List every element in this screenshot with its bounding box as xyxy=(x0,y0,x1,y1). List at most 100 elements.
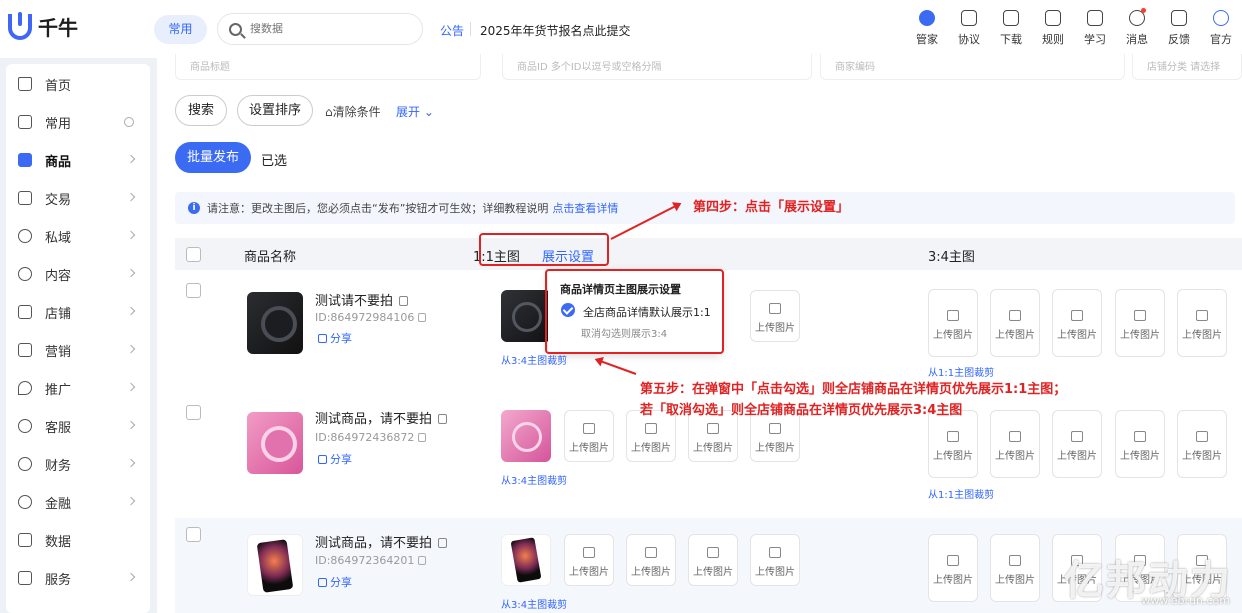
tip-text: 请注意：更改主图后，您必须点击“发布”按钮才可生效；详细教程说明 xyxy=(207,202,549,215)
sidebar-item-common[interactable]: 常用 xyxy=(6,103,150,141)
upload-image-slot[interactable]: 上传图片 xyxy=(928,410,978,478)
row-checkbox[interactable] xyxy=(186,405,201,420)
sidebar-item-services[interactable]: 服务 xyxy=(6,559,150,597)
upload-image-slot[interactable]: 上传图片 xyxy=(1115,289,1165,357)
image-icon xyxy=(1071,310,1083,321)
product-name: 测试商品，请不要拍 xyxy=(315,408,448,427)
crop-from-1-1-link[interactable]: 从1:1主图裁剪 xyxy=(928,486,994,501)
info-icon: i xyxy=(188,202,200,214)
upload-image-slot[interactable]: 上传图片 xyxy=(990,534,1040,602)
sidebar-item-content[interactable]: 内容 xyxy=(6,255,150,293)
main-image-thumbnail[interactable] xyxy=(501,290,551,342)
image-icon xyxy=(583,423,595,434)
copy-icon[interactable] xyxy=(418,556,427,565)
row-checkbox[interactable] xyxy=(186,283,201,298)
sidebar-item-bank[interactable]: 金融 xyxy=(6,483,150,521)
upload-image-slot[interactable]: 上传图片 xyxy=(1177,410,1227,478)
share-link[interactable]: 分享 xyxy=(318,574,352,590)
copy-icon[interactable] xyxy=(399,296,409,306)
upload-image-slot[interactable]: 上传图片 xyxy=(1177,289,1227,357)
common-shortcut-button[interactable]: 常用 xyxy=(154,15,207,44)
crop-from-3-4-link[interactable]: 从3:4主图裁剪 xyxy=(501,472,567,487)
share-icon xyxy=(318,578,327,587)
logo-text: 千牛 xyxy=(38,16,78,40)
upload-image-slot[interactable]: 上传图片 xyxy=(990,410,1040,478)
sidebar-item-private[interactable]: 私域 xyxy=(6,217,150,255)
tool-download[interactable]: 下载 xyxy=(990,8,1032,47)
upload-image-slot[interactable]: 上传图片 xyxy=(928,289,978,357)
copy-icon[interactable] xyxy=(418,433,427,442)
upload-image-slot[interactable]: 上传图片 xyxy=(626,534,676,586)
sort-settings-button[interactable]: 设置排序 xyxy=(237,95,313,126)
chevron-right-icon xyxy=(126,192,136,202)
sidebar-item-shop[interactable]: 店铺 xyxy=(6,293,150,331)
sku-code-filter-field[interactable]: 商家编码 xyxy=(820,54,1125,80)
batch-publish-button[interactable]: 批量发布 xyxy=(175,142,251,173)
notice-label[interactable]: 公告 xyxy=(440,22,464,39)
crop-from-3-4-link[interactable]: 从3:4主图裁剪 xyxy=(501,596,567,611)
copy-icon[interactable] xyxy=(418,313,427,322)
row-checkbox[interactable] xyxy=(186,527,201,542)
upload-image-slot[interactable]: 上传图片 xyxy=(1052,410,1102,478)
download-icon xyxy=(1003,10,1019,26)
image-icon xyxy=(1134,431,1146,442)
copy-icon[interactable] xyxy=(438,538,448,548)
sidebar-item-marketing[interactable]: 营销 xyxy=(6,331,150,369)
sidebar-item-home[interactable]: 首页 xyxy=(6,65,150,103)
upload-image-slot[interactable]: 上传图片 xyxy=(564,410,614,462)
shop-category-filter-field[interactable]: 店铺分类 请选择 xyxy=(1132,54,1242,80)
feedback-icon xyxy=(1171,10,1187,26)
crop-from-3-4-link[interactable]: 从3:4主图裁剪 xyxy=(501,352,567,367)
rules-icon xyxy=(1045,10,1061,26)
service-icon xyxy=(18,419,32,433)
upload-image-slot[interactable]: 上传图片 xyxy=(928,534,978,602)
upload-image-slot[interactable]: 上传图片 xyxy=(750,290,800,342)
expand-filters-button[interactable]: 展开 ⌄ xyxy=(396,103,434,120)
tool-butler[interactable]: 管家 xyxy=(906,8,948,47)
image-icon xyxy=(947,431,959,442)
tool-feedback[interactable]: 反馈 xyxy=(1158,8,1200,47)
sidebar-item-data[interactable]: 数据 xyxy=(6,521,150,559)
main-image-thumbnail[interactable] xyxy=(501,410,551,462)
sidebar-item-finance[interactable]: 财务 xyxy=(6,445,150,483)
tool-learn[interactable]: 学习 xyxy=(1074,8,1116,47)
main-image-thumbnail[interactable] xyxy=(501,534,551,586)
image-icon xyxy=(1009,310,1021,321)
qianniu-logo[interactable]: 千牛 xyxy=(8,11,78,41)
annotation-step5-line1: 第五步：在弹窗中「点击勾选」则全店铺商品在详情页优先展示1:1主图； xyxy=(640,382,1067,397)
eraser-icon: ⌂ xyxy=(325,105,333,119)
pin-icon[interactable] xyxy=(124,117,134,127)
share-link[interactable]: 分享 xyxy=(318,330,352,346)
clear-filters-button[interactable]: ⌂清除条件 xyxy=(325,103,381,120)
annotation-highlight-popup xyxy=(545,269,724,354)
search-input[interactable] xyxy=(250,23,400,35)
tip-details-link[interactable]: 点击查看详情 xyxy=(552,200,618,216)
tool-official[interactable]: 官方 xyxy=(1200,8,1242,47)
crop-from-1-1-link[interactable]: 从1:1主图裁剪 xyxy=(928,364,994,379)
copy-icon[interactable] xyxy=(438,414,448,424)
upload-image-slot[interactable]: 上传图片 xyxy=(688,534,738,586)
share-icon xyxy=(318,334,327,343)
upload-image-slot[interactable]: 上传图片 xyxy=(750,534,800,586)
agreement-icon xyxy=(961,10,977,26)
search-button[interactable]: 搜索 xyxy=(175,95,227,126)
unread-dot xyxy=(1141,8,1146,13)
sidebar-item-service[interactable]: 客服 xyxy=(6,407,150,445)
share-link[interactable]: 分享 xyxy=(318,451,352,467)
upload-image-slot[interactable]: 上传图片 xyxy=(990,289,1040,357)
tool-rules[interactable]: 规则 xyxy=(1032,8,1074,47)
upload-image-slot[interactable]: 上传图片 xyxy=(1052,289,1102,357)
title-filter-field[interactable]: 商品标题 xyxy=(175,54,481,80)
id-filter-field[interactable]: 商品ID 多个ID以逗号或空格分隔 xyxy=(502,54,812,80)
notice-text[interactable]: 2025年年货节报名点此提交 xyxy=(480,22,631,39)
select-all-checkbox[interactable] xyxy=(186,247,201,262)
upload-image-slot[interactable]: 上传图片 xyxy=(564,534,614,586)
sidebar-item-promote[interactable]: 推广 xyxy=(6,369,150,407)
sidebar-item-goods[interactable]: 商品 xyxy=(6,141,150,179)
search-bar[interactable] xyxy=(217,13,423,45)
tool-message[interactable]: 消息 xyxy=(1116,8,1158,47)
upload-image-slot[interactable]: 上传图片 xyxy=(1115,410,1165,478)
product-name: 测试请不要拍 xyxy=(315,290,409,309)
tool-agreement[interactable]: 协议 xyxy=(948,8,990,47)
sidebar-item-trade[interactable]: 交易 xyxy=(6,179,150,217)
